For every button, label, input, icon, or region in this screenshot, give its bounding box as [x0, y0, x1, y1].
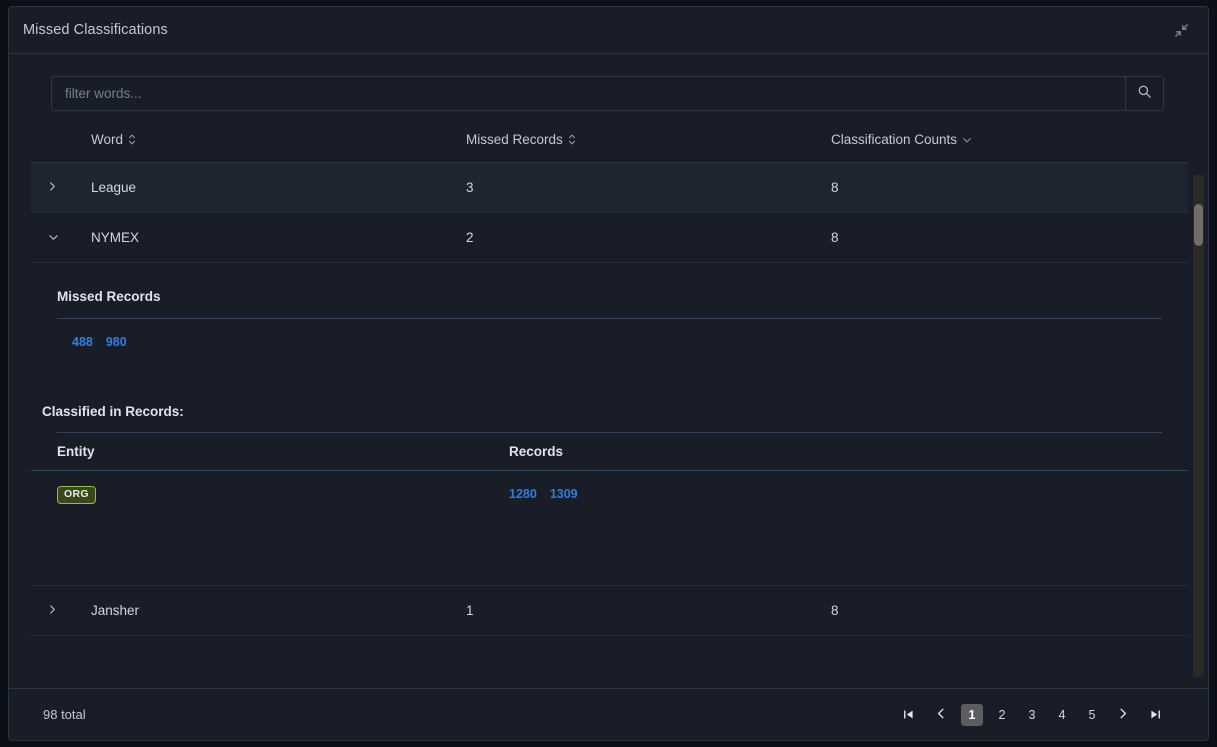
detail-bottom-spacer — [31, 517, 1188, 585]
sort-updown-icon[interactable] — [568, 133, 576, 146]
cell-missed-records: 1 — [466, 603, 474, 618]
page-button-4[interactable]: 4 — [1051, 704, 1073, 726]
cell-classification-counts: 8 — [831, 603, 839, 618]
chevron-left-icon — [935, 707, 947, 723]
cell-word: NYMEX — [91, 230, 140, 245]
sub-cell-entity: ORG — [57, 484, 509, 504]
row-detail-panel: Missed Records 488 980 Classified in Rec… — [31, 263, 1188, 586]
cell-classification-counts: 8 — [831, 180, 839, 195]
scrollbar-thumb[interactable] — [1194, 204, 1203, 246]
detail-sub-row: ORG 1280 1309 — [31, 471, 1188, 517]
cell-word: League — [91, 180, 137, 195]
detail-sub-header-row: Entity Records — [31, 433, 1188, 471]
search-icon — [1137, 84, 1152, 104]
column-header-word[interactable]: Word — [91, 132, 466, 147]
detail-missed-records-title: Missed Records — [57, 289, 161, 304]
previous-page-button[interactable] — [929, 704, 953, 726]
page-button-1[interactable]: 1 — [961, 703, 983, 726]
sub-column-header-entity: Entity — [57, 444, 95, 459]
pagination: 1 2 3 4 5 — [892, 703, 1172, 726]
vertical-scrollbar[interactable] — [1193, 175, 1204, 677]
chevron-right-icon — [1117, 707, 1129, 723]
chevron-down-icon — [48, 230, 59, 245]
page-title: Missed Classifications — [23, 22, 168, 38]
search-button[interactable] — [1125, 76, 1164, 111]
cell-missed-records: 3 — [466, 180, 474, 195]
record-link[interactable]: 980 — [106, 335, 127, 349]
next-page-button[interactable] — [1111, 704, 1135, 726]
detail-classified-title: Classified in Records: — [42, 404, 184, 419]
status-badge[interactable]: ORG — [57, 486, 96, 504]
row-expand-toggle[interactable] — [31, 230, 91, 245]
missed-classifications-table: Word Missed Records Classification Count… — [9, 129, 1208, 688]
total-count-label: 98 total — [43, 707, 86, 722]
table-header-row: Word Missed Records Classification Count… — [31, 129, 1188, 163]
missed-record-links: 488 980 — [31, 319, 1188, 349]
sub-column-header-records: Records — [509, 444, 564, 459]
row-expand-toggle[interactable] — [31, 180, 91, 195]
table-body: League 3 8 NYMEX 2 8 Missed Records 488 … — [31, 163, 1188, 688]
chevron-right-icon — [48, 603, 57, 618]
chevron-down-icon[interactable] — [962, 135, 972, 145]
page-button-5[interactable]: 5 — [1081, 704, 1103, 726]
cell-classification-counts: 8 — [831, 230, 839, 245]
search-input[interactable] — [51, 76, 1125, 111]
table-row[interactable]: NYMEX 2 8 — [31, 213, 1188, 263]
column-header-classification-counts[interactable]: Classification Counts — [831, 132, 1188, 147]
record-link[interactable]: 488 — [72, 335, 93, 349]
page-button-2[interactable]: 2 — [991, 704, 1013, 726]
column-header-missed-records[interactable]: Missed Records — [466, 132, 831, 147]
cell-missed-records: 2 — [466, 230, 474, 245]
first-page-icon[interactable] — [896, 704, 921, 726]
table-row[interactable]: Jansher 1 8 — [31, 586, 1188, 636]
column-header-missed-records-label: Missed Records — [466, 132, 563, 147]
panel-header: Missed Classifications — [9, 7, 1208, 54]
sub-cell-records: 1280 1309 — [509, 487, 1162, 501]
record-link[interactable]: 1309 — [550, 487, 578, 501]
collapse-arrows-icon[interactable] — [1170, 19, 1192, 41]
table-footer: 98 total 1 2 3 4 5 — [9, 688, 1208, 740]
chevron-right-icon — [48, 180, 57, 195]
record-link[interactable]: 1280 — [509, 487, 537, 501]
cell-word: Jansher — [91, 603, 140, 618]
column-header-word-label: Word — [91, 132, 124, 147]
column-header-classification-counts-label: Classification Counts — [831, 132, 958, 147]
page-button-3[interactable]: 3 — [1021, 704, 1043, 726]
row-expand-toggle[interactable] — [31, 603, 91, 618]
sort-updown-icon[interactable] — [128, 133, 136, 146]
missed-classifications-panel: Missed Classifications Word — [8, 6, 1209, 741]
last-page-icon[interactable] — [1143, 704, 1168, 726]
filter-bar — [9, 54, 1208, 111]
table-row[interactable]: League 3 8 — [31, 163, 1188, 213]
